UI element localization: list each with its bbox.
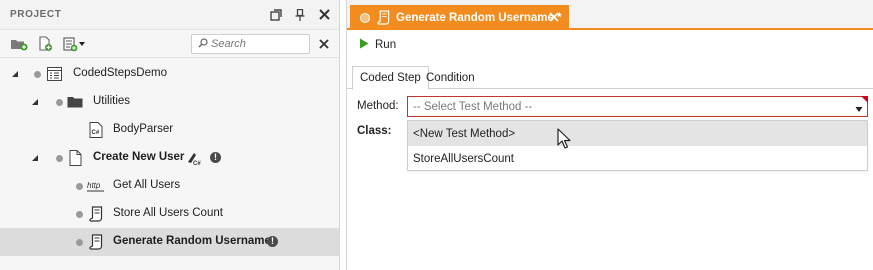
editor-pane: Generate Random Username * Run Coded Ste… [346, 0, 873, 270]
expand-arrow-icon[interactable] [30, 97, 40, 107]
document-tab-bar: Generate Random Username * [347, 0, 873, 30]
validation-error-marker [861, 96, 868, 103]
run-button-label: Run [375, 39, 397, 51]
document-tab-label: Generate Random Username * [396, 11, 562, 24]
run-button[interactable]: Run [359, 38, 396, 52]
tree-item-store-all-users-count[interactable]: Store All Users Count [0, 200, 339, 228]
project-panel: PROJECT Search CodedStepsDemo Utilities … [0, 0, 340, 270]
modified-dot-icon [360, 12, 370, 23]
script-icon [376, 10, 390, 26]
script-icon [88, 206, 104, 222]
add-test-icon[interactable] [34, 34, 56, 54]
tree-item-label: BodyParser [113, 123, 174, 135]
mouse-pointer-icon [557, 128, 571, 149]
script-icon [88, 234, 104, 250]
tree-item-label: Get All Users [113, 179, 181, 191]
project-panel-header: PROJECT [0, 0, 339, 30]
tree-item-bodyparser[interactable]: C# BodyParser [0, 116, 339, 144]
tree-item-get-all-users[interactable]: http Get All Users [0, 172, 339, 200]
test-list-icon [46, 66, 62, 82]
class-label: Class: [357, 125, 392, 137]
expand-arrow-icon[interactable] [10, 69, 20, 79]
method-select-value: -- Select Test Method -- [413, 100, 533, 113]
method-dropdown-list: <New Test Method> StoreAllUsersCount [407, 120, 868, 171]
add-folder-icon[interactable] [8, 34, 30, 54]
status-dot [76, 211, 83, 218]
search-input[interactable] [211, 38, 306, 50]
tree-item-label: Utilities [93, 95, 131, 107]
close-panel-icon[interactable] [315, 6, 333, 24]
tree-item-label: Store All Users Count [113, 207, 223, 219]
dropdown-option-new-test-method[interactable]: <New Test Method> [408, 121, 867, 146]
folder-icon [67, 94, 83, 110]
expand-arrow-icon[interactable] [30, 153, 40, 163]
document-tab[interactable]: Generate Random Username * [350, 5, 569, 30]
editor-subtabs: Coded Step Condition [347, 63, 873, 90]
tree-item-codedstepsdemo[interactable]: CodedStepsDemo [0, 60, 339, 88]
status-dot [76, 183, 83, 190]
search-field[interactable] [191, 34, 310, 54]
csharp-badge-icon: C# [186, 150, 202, 166]
method-label: Method: [357, 100, 399, 112]
http-icon: http [87, 178, 105, 194]
info-icon[interactable]: ! [210, 152, 221, 163]
svg-text:C#: C# [193, 161, 201, 166]
play-icon [359, 38, 369, 52]
tree-item-generate-random-username[interactable]: Generate Random Username ! [0, 228, 339, 256]
status-dot [34, 71, 41, 78]
dropdown-option-storeallusercount[interactable]: StoreAllUsersCount [408, 146, 867, 171]
pin-icon[interactable] [291, 6, 309, 24]
tree-item-label: CodedStepsDemo [73, 67, 167, 79]
tab-condition[interactable]: Condition [419, 66, 482, 90]
tab-coded-step[interactable]: Coded Step [352, 66, 429, 90]
tree-item-label: Generate Random Username [113, 235, 271, 247]
status-dot [56, 99, 63, 106]
file-icon [67, 150, 83, 166]
info-icon[interactable]: ! [267, 236, 278, 247]
svg-text:http: http [87, 181, 101, 190]
restore-panel-icon[interactable] [267, 6, 285, 24]
tree-item-label: Create New User [93, 151, 185, 163]
tree-item-utilities[interactable]: Utilities [0, 88, 339, 116]
run-toolbar: Run [347, 30, 873, 60]
svg-text:C#: C# [92, 130, 100, 136]
project-panel-title: PROJECT [10, 9, 62, 20]
status-dot [76, 239, 83, 246]
clear-search-icon[interactable] [316, 36, 332, 52]
tree-item-create-new-user[interactable]: Create New User C# ! [0, 144, 339, 172]
project-tree: CodedStepsDemo Utilities C# BodyParser C… [0, 60, 339, 256]
chevron-down-icon [855, 102, 863, 112]
search-icon [198, 37, 208, 51]
add-file-dropdown-icon[interactable] [60, 34, 88, 54]
method-select[interactable]: -- Select Test Method -- [407, 96, 868, 117]
status-dot [56, 155, 63, 162]
close-tab-icon[interactable] [547, 10, 561, 24]
csharp-file-icon: C# [88, 122, 104, 138]
